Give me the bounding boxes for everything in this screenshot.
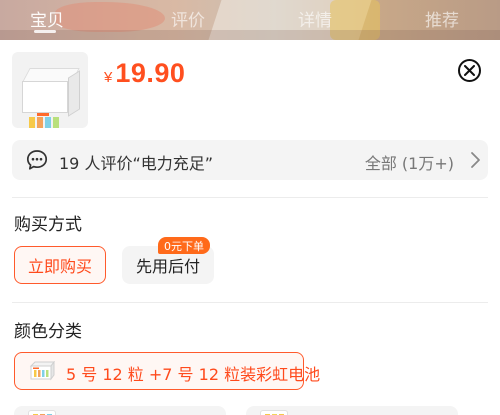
color-option-partial[interactable] [246,406,458,415]
tab-baby: 宝贝 [30,11,64,31]
battery-stripe-orange [37,117,43,128]
zero-yuan-order-badge: 0元下单 [158,237,210,254]
battery-box-side [68,70,80,117]
background-product-page: 宝贝 评价 详情 推荐 [0,0,500,40]
chevron-right-icon [471,152,480,168]
review-all-link[interactable]: 全部 (1万+) [365,150,454,174]
review-summary-bar[interactable]: 19 人评价“电力充足” 全部 (1万+) [12,140,488,180]
battery-box-front [22,81,68,128]
tab-details: 详情 [298,11,332,31]
battery-stripe-green [53,117,59,128]
purchase-method-title: 购买方式 [14,215,82,235]
color-option-label: 5 号 12 粒 +7 号 12 粒装彩虹电池 [66,365,321,384]
currency-symbol: ¥ [104,69,113,86]
close-icon [464,65,475,76]
color-category-title: 颜色分类 [14,322,82,342]
divider [12,302,488,303]
divider [12,197,488,198]
price-amount: 19.90 [115,58,186,88]
color-option-partial[interactable] [14,406,226,415]
product-price: ¥ 19.90 [104,58,185,89]
review-summary-text: 19 人评价“电力充足” [59,154,214,173]
sku-selection-sheet: ¥ 19.90 19 人评价“电力充足” 全部 (1万+) 购买方式 立即购买 … [0,40,500,415]
tab-recommend: 推荐 [425,11,459,31]
battery-box-icon [260,410,288,415]
battery-box-icon [28,410,56,415]
color-option-rainbow-battery[interactable]: 5 号 12 粒 +7 号 12 粒装彩虹电池 [14,352,320,390]
background-tab-bar: 宝贝 评价 详情 推荐 [0,0,500,34]
chat-bubble-icon [26,150,48,170]
battery-stripe-blue [45,117,51,128]
battery-box-icon [29,361,55,381]
buy-now-option[interactable]: 立即购买 [14,246,106,284]
tab-reviews: 评价 [171,11,205,31]
active-tab-indicator [34,30,56,33]
brand-logo-mark [37,113,49,116]
close-button[interactable] [458,59,481,82]
battery-stripe-yellow [29,117,35,128]
product-thumbnail[interactable] [12,52,88,128]
